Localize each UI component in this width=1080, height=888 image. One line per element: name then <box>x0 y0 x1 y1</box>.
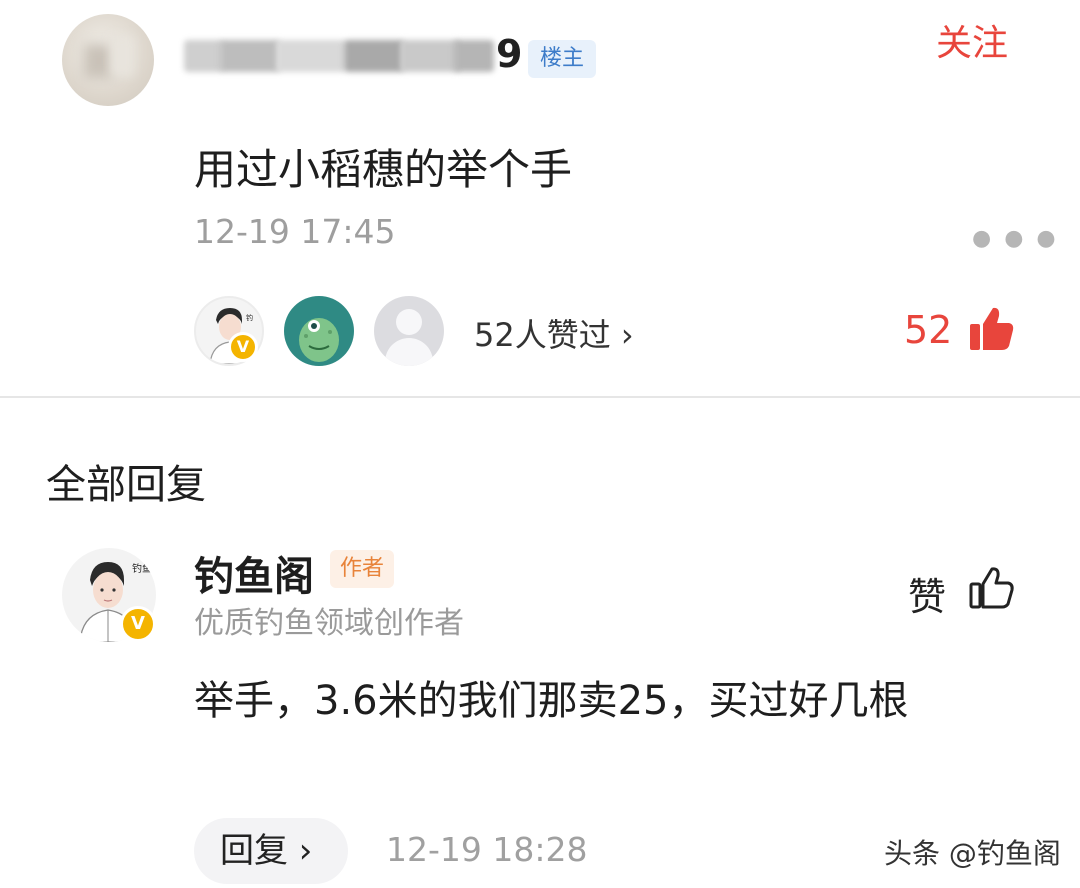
verified-v-icon: V <box>228 332 258 362</box>
follow-button[interactable]: 关注 <box>936 14 1008 66</box>
post-text: 用过小稻穗的举个手 <box>194 145 573 194</box>
liker-avatar-2[interactable] <box>284 296 354 366</box>
watermark-text: 头条 @钓鱼阁 <box>884 837 1061 870</box>
verified-v-icon: V <box>120 606 156 642</box>
op-avatar[interactable] <box>62 14 154 106</box>
reply-button[interactable]: 回复 › <box>194 818 348 884</box>
all-replies-heading: 全部回复 <box>46 462 206 508</box>
author-badge: 作者 <box>330 550 395 588</box>
liker-avatar-3-default[interactable] <box>374 296 444 366</box>
op-badge: 楼主 <box>528 40 597 78</box>
reply-text: 举手，3.6米的我们那卖25，买过好几根 <box>194 678 909 724</box>
op-username-blurred[interactable] <box>184 34 502 78</box>
section-divider <box>0 396 1080 398</box>
avatar-caption: 钓鱼阁 <box>132 562 156 575</box>
op-username-suffix[interactable]: 9 <box>496 32 522 76</box>
thumbs-up-filled-icon[interactable] <box>966 304 1016 354</box>
reply-author-name[interactable]: 钓鱼阁 <box>194 544 314 602</box>
thumbs-up-outline-icon[interactable] <box>968 566 1016 610</box>
watermark: 头条 @钓鱼阁 <box>884 832 1061 872</box>
default-avatar-icon <box>396 309 422 335</box>
author-description: 优质钓鱼领域创作者 <box>194 606 464 641</box>
like-count[interactable]: 52 <box>904 308 952 352</box>
reply-time: 12-19 18:28 <box>386 830 588 869</box>
post-time: 12-19 17:45 <box>194 212 396 251</box>
more-dots-icon[interactable]: ● ● ● <box>972 226 1059 251</box>
cartoon-monster-icon <box>299 318 339 362</box>
reply-like-label[interactable]: 赞 <box>908 566 946 621</box>
svg-text:钓: 钓 <box>246 313 253 322</box>
likers-link[interactable]: 52人赞过 › <box>474 310 634 356</box>
